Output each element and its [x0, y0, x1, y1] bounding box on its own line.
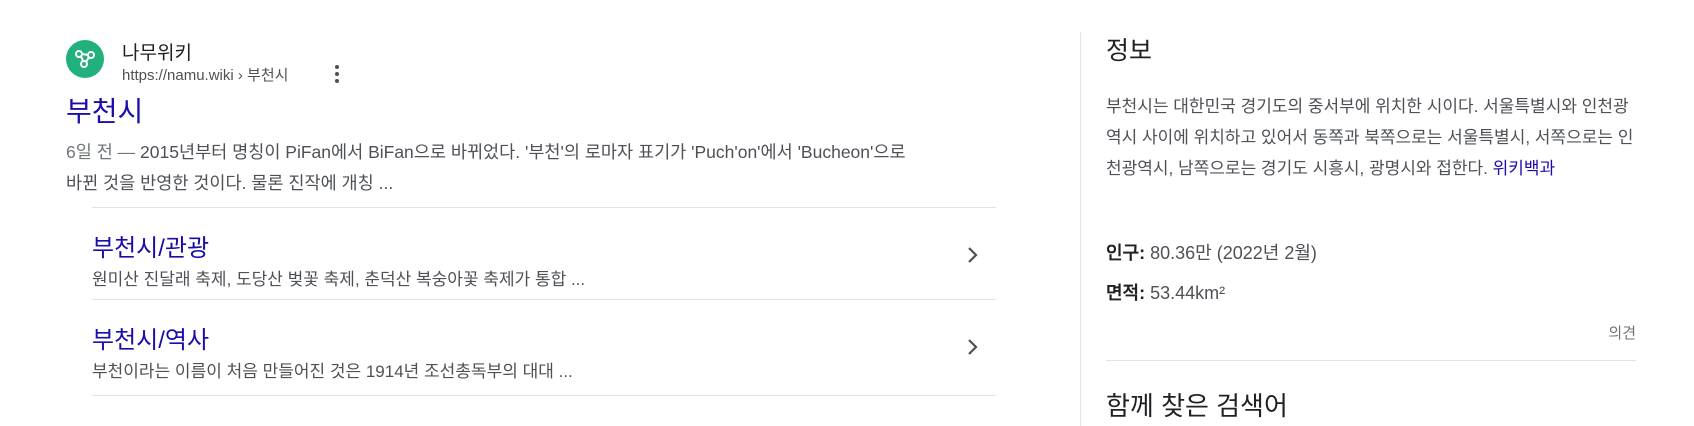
namu-wiki-favicon-icon — [66, 40, 104, 78]
sitelink-title[interactable]: 부천시/역사 — [92, 320, 209, 355]
snippet-text: 2015년부터 명칭이 PiFan에서 BiFan으로 바뀌었다. '부천'의 … — [66, 142, 906, 193]
chevron-right-icon[interactable] — [964, 334, 982, 360]
site-name: 나무위키 — [122, 43, 192, 64]
chevron-right-icon[interactable] — [964, 242, 982, 268]
result-source[interactable]: 나무위키 https://namu.wiki › 부천시 — [66, 38, 666, 84]
fact-population: 인구: 80.36만 (2022년 2월) — [1106, 239, 1317, 265]
sitelink-tourism[interactable]: 부천시/관광 원미산 진달래 축제, 도당산 벚꽃 축제, 춘덕산 복숭아꽃 축… — [92, 207, 996, 304]
wikipedia-source-link[interactable]: 위키백과 — [1493, 159, 1556, 178]
sitelink-title[interactable]: 부천시/관광 — [92, 228, 209, 263]
fact-value: 80.36만 (2022년 2월) — [1150, 243, 1317, 263]
result-snippet: 6일 전 — 2015년부터 명칭이 PiFan에서 BiFan으로 바뀌었다.… — [66, 137, 926, 199]
result-title-link[interactable]: 부천시 — [66, 90, 143, 130]
sitelink-history[interactable]: 부천시/역사 부천이라는 이름이 처음 만들어진 것은 1914년 조선총독부의… — [92, 299, 996, 396]
sitelink-desc: 부천이라는 이름이 처음 만들어진 것은 1914년 조선총독부의 대대 ... — [92, 362, 573, 381]
sitelink-desc: 원미산 진달래 축제, 도당산 벚꽃 축제, 춘덕산 복숭아꽃 축제가 통합 .… — [92, 270, 586, 289]
snippet-date: 6일 전 — — [66, 142, 136, 162]
fact-label[interactable]: 인구: — [1106, 243, 1145, 263]
fact-label[interactable]: 면적: — [1106, 283, 1145, 303]
more-vert-icon[interactable] — [330, 62, 344, 86]
fact-value: 53.44km² — [1150, 283, 1226, 303]
feedback-link[interactable]: 의견 — [1608, 322, 1636, 343]
panel-description: 부천시는 대한민국 경기도의 중서부에 위치한 시이다. 서울특별시와 인천광역… — [1106, 91, 1636, 184]
panel-separator — [1106, 360, 1636, 361]
fact-area: 면적: 53.44km² — [1106, 279, 1225, 305]
panel-divider — [1080, 32, 1081, 426]
related-searches-heading: 함께 찾은 검색어 — [1106, 391, 1288, 421]
site-url: https://namu.wiki › 부천시 — [122, 67, 289, 84]
panel-heading: 정보 — [1106, 37, 1153, 65]
